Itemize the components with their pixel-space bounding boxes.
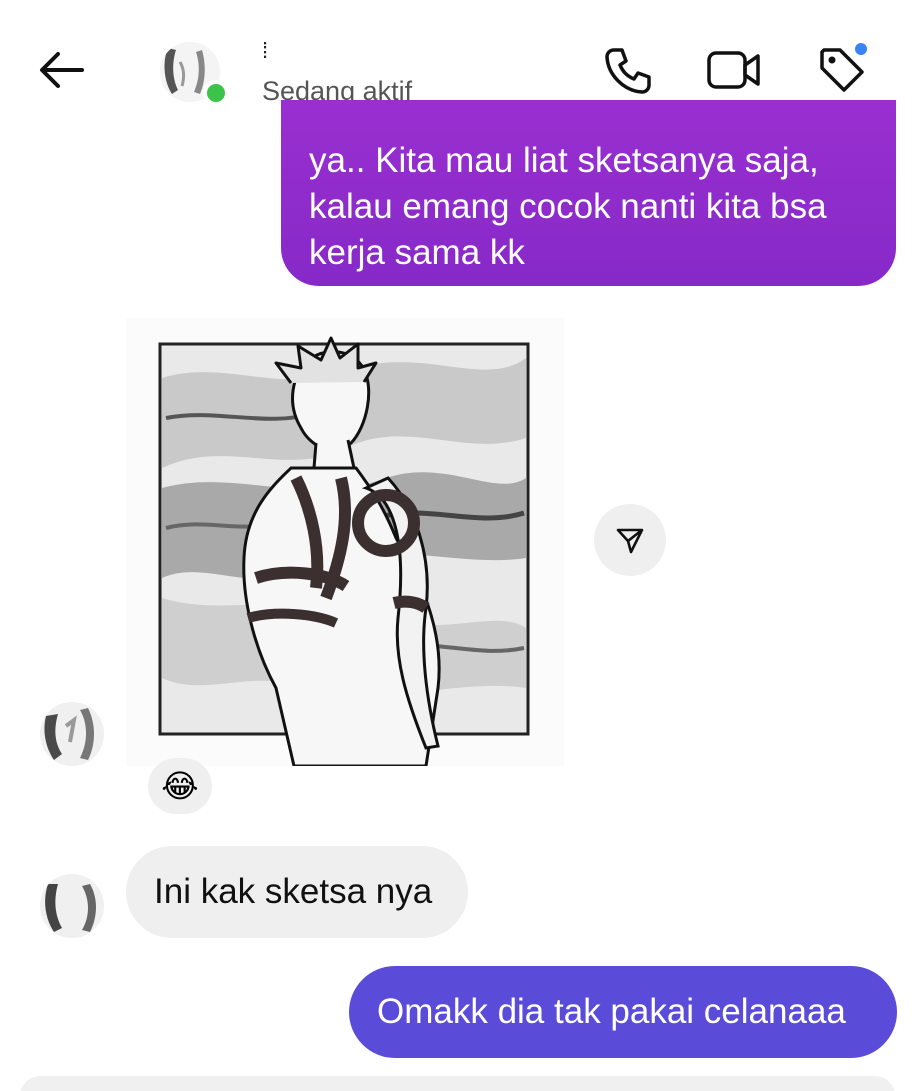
arrow-left-icon: [40, 52, 84, 88]
chat-screen: ⁞ Sedang aktif ya.. Kita mau liat sketsa…: [0, 0, 915, 1091]
sent-message-bubble[interactable]: ya.. Kita mau liat sketsanya saja, kalau…: [281, 100, 896, 286]
back-button[interactable]: [30, 38, 94, 102]
message-line: kerja sama kk: [309, 233, 525, 272]
message-line: kalau emang cocok nanti kita bsa: [309, 187, 827, 226]
received-image-sketch[interactable]: [126, 318, 564, 768]
contact-name[interactable]: ⁞: [262, 38, 268, 63]
voice-call-button[interactable]: [598, 40, 658, 100]
message-text: Ini kak sketsa nya: [154, 872, 433, 911]
online-indicator: [203, 80, 229, 106]
phone-icon: [605, 48, 651, 94]
video-camera-icon: [707, 51, 760, 89]
notification-dot: [852, 40, 870, 58]
video-call-button[interactable]: [704, 40, 764, 100]
sender-avatar[interactable]: [40, 874, 104, 938]
share-button[interactable]: [594, 504, 666, 576]
message-text: Omakk dia tak pakai celanaaa: [377, 992, 846, 1031]
send-icon: [616, 528, 644, 554]
message-composer[interactable]: [20, 1076, 895, 1091]
sender-avatar[interactable]: [40, 702, 104, 766]
message-line: ya.. Kita mau liat sketsanya saja,: [309, 141, 819, 180]
received-message-bubble[interactable]: Ini kak sketsa nya: [126, 846, 468, 938]
emoji-reaction[interactable]: 😂: [148, 758, 212, 814]
sent-message-bubble[interactable]: Omakk dia tak pakai celanaaa: [349, 966, 897, 1058]
